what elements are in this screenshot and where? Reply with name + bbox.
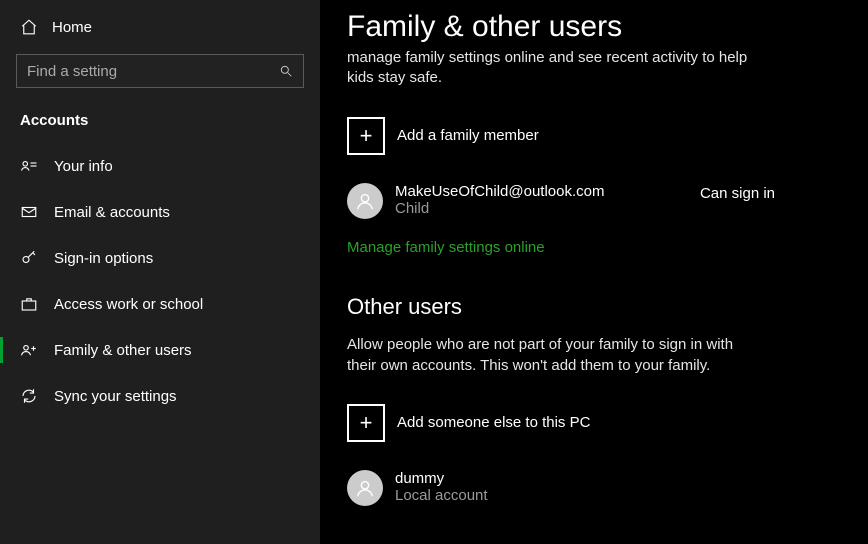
- manage-family-link[interactable]: Manage family settings online: [321, 219, 781, 256]
- home-icon: [20, 18, 38, 36]
- family-user-row[interactable]: MakeUseOfChild@outlook.com Child Can sig…: [321, 155, 801, 219]
- family-user-name: MakeUseOfChild@outlook.com: [395, 183, 688, 200]
- sidebar-item-email-accounts[interactable]: Email & accounts: [0, 189, 320, 235]
- family-intro-text: manage family settings online and see re…: [321, 48, 801, 89]
- other-user-name: dummy: [395, 470, 775, 487]
- add-other-label: Add someone else to this PC: [397, 414, 590, 431]
- people-plus-icon: [20, 341, 38, 359]
- other-user-row[interactable]: dummy Local account: [321, 442, 801, 506]
- family-user-status: Can sign in: [700, 183, 775, 202]
- add-family-label: Add a family member: [397, 127, 539, 144]
- home-label: Home: [52, 19, 92, 36]
- other-user-info: dummy Local account: [395, 470, 775, 504]
- add-family-member-button[interactable]: + Add a family member: [321, 89, 868, 155]
- sidebar-item-family-other-users[interactable]: Family & other users: [0, 327, 320, 373]
- sidebar-item-label: Family & other users: [54, 342, 192, 359]
- sync-icon: [20, 387, 38, 405]
- key-icon: [20, 249, 38, 267]
- sidebar-item-label: Email & accounts: [54, 204, 170, 221]
- briefcase-icon: [20, 295, 38, 313]
- plus-icon: +: [347, 404, 385, 442]
- sidebar-item-label: Sign-in options: [54, 250, 153, 267]
- sidebar-nav: Your info Email & accounts Sign-in optio…: [0, 143, 320, 419]
- other-users-heading: Other users: [321, 256, 868, 328]
- sidebar-item-signin-options[interactable]: Sign-in options: [0, 235, 320, 281]
- family-user-info: MakeUseOfChild@outlook.com Child: [395, 183, 688, 217]
- page-title: Family & other users: [321, 0, 868, 48]
- sidebar-item-label: Sync your settings: [54, 388, 177, 405]
- sidebar-section-title: Accounts: [0, 102, 320, 143]
- add-other-user-button[interactable]: + Add someone else to this PC: [321, 376, 868, 442]
- sidebar-item-label: Access work or school: [54, 296, 203, 313]
- search-icon: [279, 64, 293, 78]
- plus-icon: +: [347, 117, 385, 155]
- main-content: Family & other users manage family setti…: [320, 0, 868, 544]
- sidebar-item-work-school[interactable]: Access work or school: [0, 281, 320, 327]
- sidebar-item-label: Your info: [54, 158, 113, 175]
- other-users-description: Allow people who are not part of your fa…: [321, 328, 791, 376]
- other-user-type: Local account: [395, 487, 775, 504]
- sidebar-item-sync-settings[interactable]: Sync your settings: [0, 373, 320, 419]
- mail-icon: [20, 203, 38, 221]
- avatar: [347, 470, 383, 506]
- family-user-role: Child: [395, 200, 688, 217]
- sidebar-item-your-info[interactable]: Your info: [0, 143, 320, 189]
- sidebar: Home Accounts Your info Email & accounts…: [0, 0, 320, 544]
- person-card-icon: [20, 157, 38, 175]
- search-box[interactable]: [16, 54, 304, 88]
- avatar: [347, 183, 383, 219]
- home-button[interactable]: Home: [0, 0, 320, 46]
- search-input[interactable]: [27, 63, 279, 80]
